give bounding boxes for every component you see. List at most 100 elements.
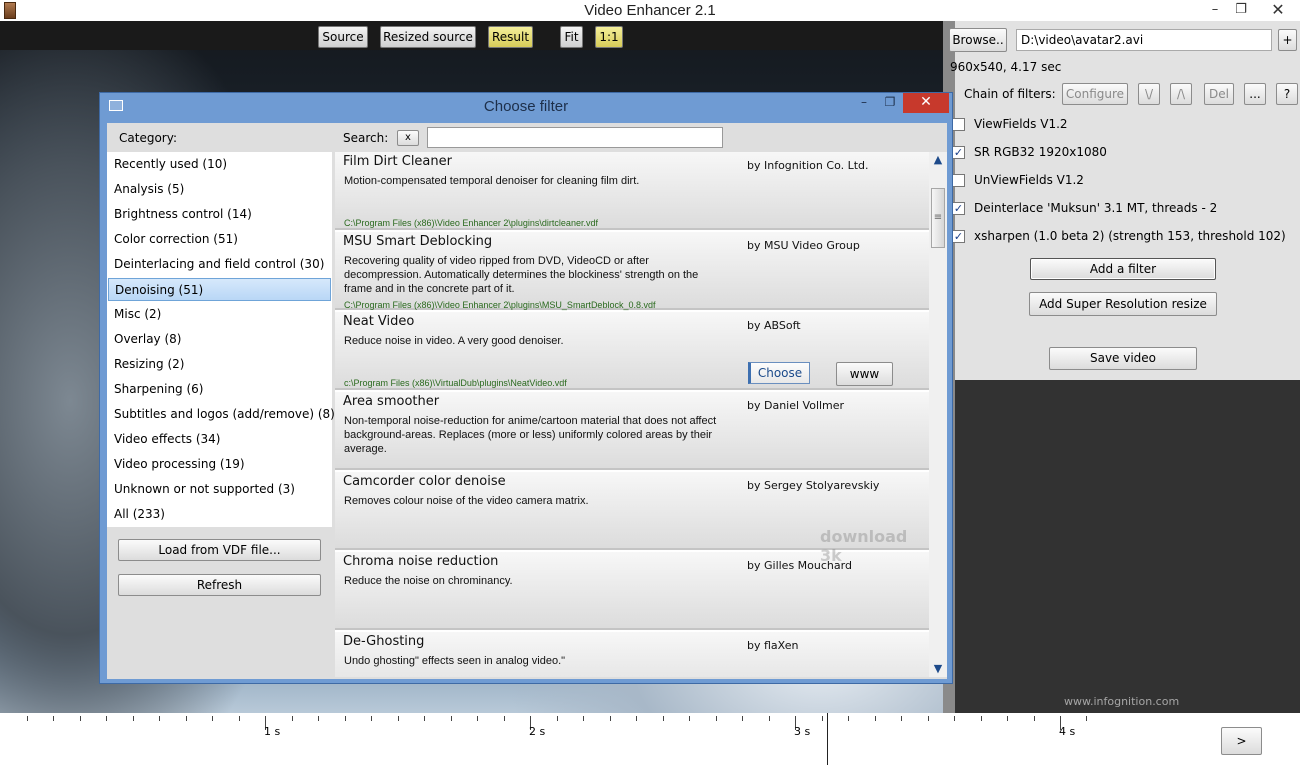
filter-card-selected[interactable]: Neat Video by ABSoft Reduce noise in vid… <box>335 312 929 390</box>
move-up-button[interactable]: /\ <box>1170 83 1192 105</box>
filter-name: Camcorder color denoise <box>343 474 506 489</box>
chain-filter-label: xsharpen (1.0 beta 2) (strength 153, thr… <box>974 229 1286 243</box>
scroll-down-arrow-icon[interactable]: ▼ <box>929 661 947 677</box>
filter-name: Area smoother <box>343 394 440 409</box>
category-item[interactable]: Analysis (5) <box>108 178 331 201</box>
filter-path: c:\Program Files (x86)\VirtualDub\plugin… <box>344 378 567 388</box>
window-title: Video Enhancer 2.1 <box>584 2 716 19</box>
filter-description: Removes colour noise of the video camera… <box>344 495 589 507</box>
filter-name: Chroma noise reduction <box>343 554 499 569</box>
filter-list-scrollbar[interactable]: ▲ ≡ ▼ <box>929 152 947 677</box>
category-item[interactable]: Brightness control (14) <box>108 203 331 226</box>
filter-enabled-checkbox[interactable]: ✓ <box>952 230 965 243</box>
filter-card[interactable]: Area smoother by Daniel Vollmer Non-temp… <box>335 392 929 470</box>
filter-description: Motion-compensated temporal denoiser for… <box>344 175 640 187</box>
category-item[interactable]: Sharpening (6) <box>108 378 331 401</box>
help-button[interactable]: ? <box>1276 83 1298 105</box>
right-panel-background <box>943 380 1300 713</box>
filter-author: by ABSoft <box>747 319 801 332</box>
filter-author: by flaXen <box>747 639 799 652</box>
category-item[interactable]: Unknown or not supported (3) <box>108 478 331 501</box>
category-item[interactable]: Deinterlacing and field control (30) <box>108 253 331 276</box>
add-super-resolution-button[interactable]: Add Super Resolution resize <box>1029 292 1217 316</box>
category-item[interactable]: Video effects (34) <box>108 428 331 451</box>
chain-filter-label: Deinterlace 'Muksun' 3.1 MT, threads - 2 <box>974 201 1218 215</box>
more-options-button[interactable]: ... <box>1244 83 1266 105</box>
category-item[interactable]: Resizing (2) <box>108 353 331 376</box>
category-item[interactable]: Overlay (8) <box>108 328 331 351</box>
configure-button[interactable]: Configure <box>1062 83 1128 105</box>
add-file-button[interactable]: + <box>1278 29 1297 51</box>
save-video-button[interactable]: Save video <box>1049 347 1197 370</box>
filter-description: Recovering quality of video ripped from … <box>344 255 699 295</box>
category-item-selected[interactable]: Denoising (51) <box>108 278 331 301</box>
fit-zoom-button[interactable]: Fit <box>560 26 583 48</box>
filter-list: Film Dirt Cleaner by Infognition Co. Ltd… <box>335 152 929 677</box>
filter-name: Film Dirt Cleaner <box>343 154 452 169</box>
scroll-thumb[interactable]: ≡ <box>931 188 945 248</box>
move-down-button[interactable]: \/ <box>1138 83 1160 105</box>
category-label: Category: <box>119 131 177 145</box>
category-item[interactable]: Color correction (51) <box>108 228 331 251</box>
filter-enabled-checkbox[interactable]: ✓ <box>952 202 965 215</box>
download-watermark: download 3k <box>820 527 908 565</box>
dialog-body: Category: Search: x Recently used (10) A… <box>107 123 947 679</box>
load-vdf-button[interactable]: Load from VDF file... <box>118 539 321 561</box>
timeline-ruler <box>0 713 1300 733</box>
chain-filter-label: UnViewFields V1.2 <box>974 173 1084 187</box>
search-label: Search: <box>343 131 389 145</box>
filter-path: C:\Program Files (x86)\Video Enhancer 2\… <box>344 218 598 228</box>
dialog-maximize-button[interactable]: ❐ <box>878 93 902 113</box>
category-item[interactable]: Misc (2) <box>108 303 331 326</box>
source-view-button[interactable]: Source <box>318 26 368 48</box>
maximize-button[interactable]: ❐ <box>1228 0 1254 20</box>
resized-source-view-button[interactable]: Resized source <box>380 26 476 48</box>
filter-author: by MSU Video Group <box>747 239 860 252</box>
browse-button[interactable]: Browse.. <box>949 28 1007 52</box>
category-item[interactable]: Subtitles and logos (add/remove) (8) <box>108 403 335 426</box>
dialog-close-button[interactable]: ✕ <box>903 93 949 113</box>
category-item[interactable]: All (233) <box>108 503 331 526</box>
add-filter-button[interactable]: Add a filter <box>1030 258 1216 280</box>
delete-filter-button[interactable]: Del <box>1204 83 1234 105</box>
timeline-label: 2 s <box>529 725 546 738</box>
category-item[interactable]: Video processing (19) <box>108 453 331 476</box>
filter-description: Undo ghosting" effects seen in analog vi… <box>344 655 566 667</box>
clear-search-button[interactable]: x <box>397 130 419 146</box>
actual-size-zoom-button[interactable]: 1:1 <box>595 26 623 48</box>
filter-enabled-checkbox[interactable] <box>952 118 965 131</box>
dialog-minimize-button[interactable]: – <box>852 93 876 113</box>
result-view-button[interactable]: Result <box>488 26 533 48</box>
filter-description: Reduce noise in video. A very good denoi… <box>344 335 564 347</box>
timeline[interactable]: 1 s 2 s 3 s 4 s > <box>0 713 1300 765</box>
category-list: Recently used (10) Analysis (5) Brightne… <box>107 152 335 527</box>
filter-card[interactable]: Film Dirt Cleaner by Infognition Co. Ltd… <box>335 152 929 230</box>
filter-enabled-checkbox[interactable] <box>952 174 965 187</box>
chain-filter-label: ViewFields V1.2 <box>974 117 1068 131</box>
filter-description: Reduce the noise on chrominancy. <box>344 575 513 587</box>
filter-card[interactable]: MSU Smart Deblocking by MSU Video Group … <box>335 232 929 310</box>
chain-filter-label: SR RGB32 1920x1080 <box>974 145 1107 159</box>
close-button[interactable]: ✕ <box>1256 0 1300 20</box>
filter-enabled-checkbox[interactable]: ✓ <box>952 146 965 159</box>
choose-filter-dialog: Choose filter – ❐ ✕ Category: Search: x … <box>99 92 953 684</box>
next-frame-button[interactable]: > <box>1221 727 1262 755</box>
timeline-label: 3 s <box>794 725 811 738</box>
category-item[interactable]: Recently used (10) <box>108 153 331 176</box>
playhead[interactable] <box>827 713 828 765</box>
filter-name: De-Ghosting <box>343 634 425 649</box>
minimize-button[interactable]: – <box>1202 0 1228 20</box>
dialog-title: Choose filter <box>483 98 569 115</box>
timeline-label: 1 s <box>264 725 281 738</box>
video-info: 960x540, 4.17 sec <box>950 60 1062 74</box>
filter-card[interactable]: De-Ghosting by flaXen Undo ghosting" eff… <box>335 632 929 677</box>
scroll-up-arrow-icon[interactable]: ▲ <box>929 152 947 168</box>
www-button[interactable]: www <box>836 362 893 386</box>
search-input[interactable] <box>427 127 723 148</box>
filter-description: Non-temporal noise-reduction for anime/c… <box>344 415 717 455</box>
choose-button[interactable]: Choose <box>748 362 810 384</box>
file-path-field[interactable]: D:\video\avatar2.avi <box>1016 29 1272 51</box>
filter-author: by Daniel Vollmer <box>747 399 845 412</box>
filter-name: Neat Video <box>343 314 415 329</box>
refresh-button[interactable]: Refresh <box>118 574 321 596</box>
